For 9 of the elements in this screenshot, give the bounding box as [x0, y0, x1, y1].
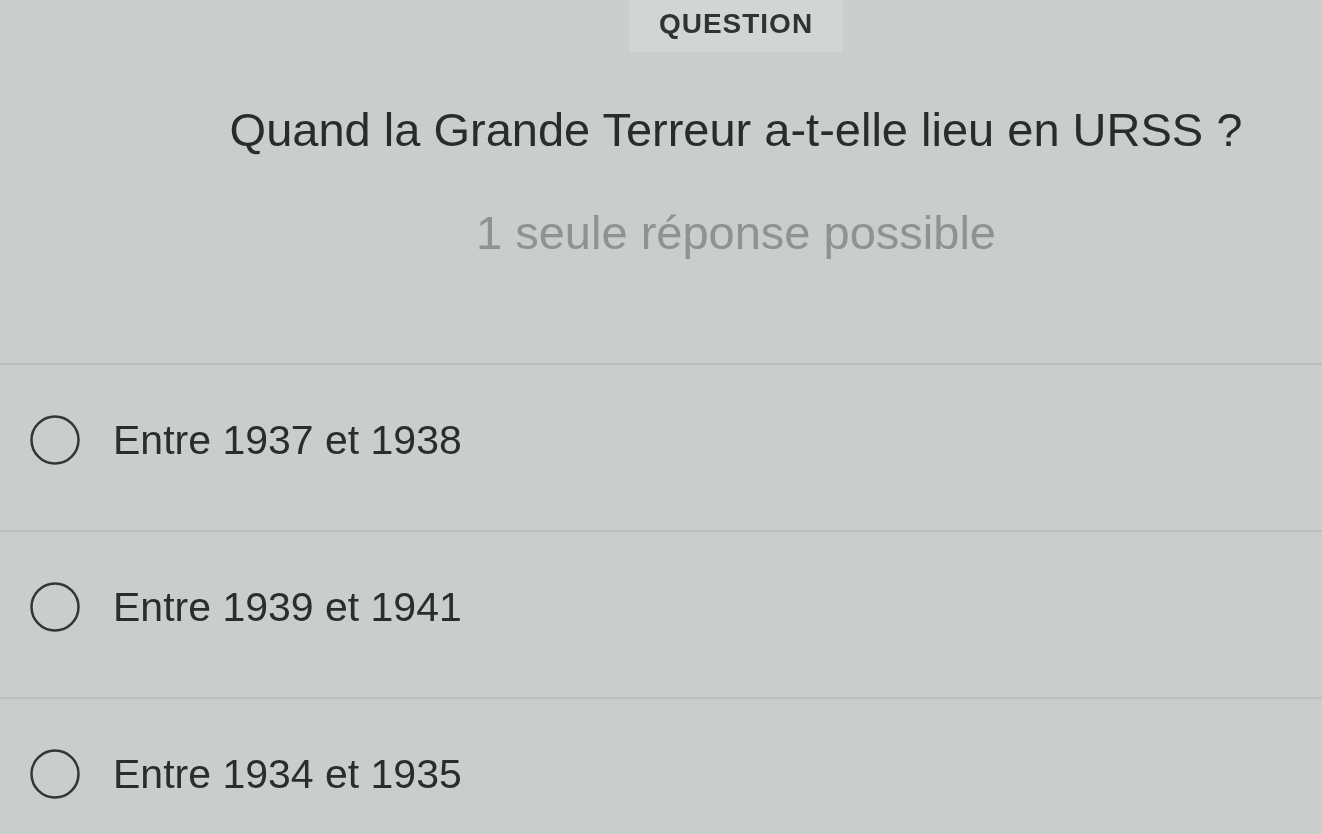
radio-button[interactable]	[30, 749, 80, 799]
answer-hint: 1 seule réponse possible	[476, 205, 996, 261]
question-text: Quand la Grande Terreur a-t-elle lieu en URSS ?	[229, 102, 1243, 158]
radio-button[interactable]	[30, 415, 80, 465]
option-label: Entre 1939 et 1941	[113, 583, 462, 632]
radio-button[interactable]	[30, 582, 80, 632]
option-label: Entre 1937 et 1938	[113, 416, 462, 465]
option-label: Entre 1934 et 1935	[113, 750, 462, 799]
section-label: QUESTION	[628, 0, 844, 52]
